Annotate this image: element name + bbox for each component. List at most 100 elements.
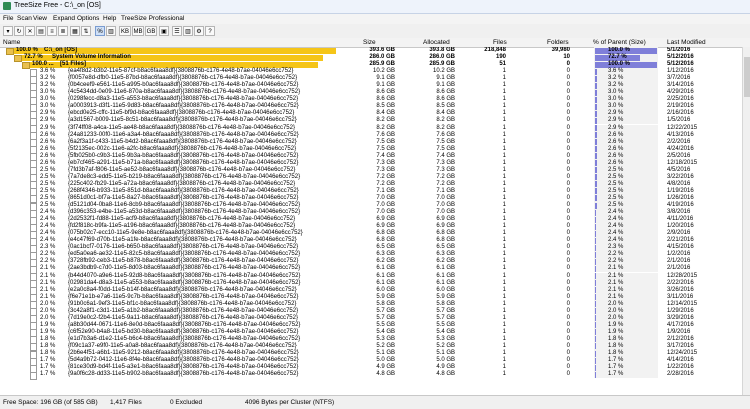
tree-grid[interactable]: 100.0 % C:\_on [OS] 393.6 GB 393.8 GB 218,84…: [0, 47, 742, 395]
tree-row[interactable]: 2.5 % {268f4346-b933-11e5-851d-b8ac6faaa8…: [0, 187, 742, 197]
tree-row[interactable]: 3.0 % {0298fecc-d8a3-11e5-a553-b8ac6faaa8…: [0, 96, 742, 105]
tree-row[interactable]: 72.7 % System Volume Information 286.0 GB 2…: [0, 54, 742, 63]
row-percent: 3.6 %: [40, 68, 56, 75]
collapse-icon[interactable]: ≣: [58, 26, 68, 36]
tree-row[interactable]: 3.0 % {a0003913-d3f1-11e5-9d83-b8ac6faaa8…: [0, 103, 742, 112]
tree-row[interactable]: 1.9 % {a8b30d44-0671-11e6-8e0d-b8ac6faaa8…: [0, 321, 742, 331]
expand-icon[interactable]: ≡: [47, 26, 57, 36]
tree-row[interactable]: 2.9 % {a3d1567-b009-11e5-8c51-b8ac6faaa8d…: [0, 117, 742, 126]
percent-track: [594, 89, 658, 97]
row-allocated: 7.0 GB: [436, 194, 455, 201]
file-count-icon[interactable]: ▥: [106, 26, 116, 36]
tree-row[interactable]: 2.4 % {e4c47f69-d70b-11e5-a1fe-b8ac6faaa8…: [0, 237, 742, 246]
menu-treesize-professional[interactable]: TreeSize Professional: [121, 15, 184, 22]
tree-row[interactable]: 2.5 % {7a7de8c3-edd5-11e5-b219-b8ac6faaa8…: [0, 173, 742, 183]
tree-row[interactable]: 1.8 % {2b6e4f51-a6b1-11e5-9212-b8ac6faaa8…: [0, 350, 742, 359]
tree-row[interactable]: 2.1 % {2ae3bdb9-c7d0-11e5-8d03-b8ac6faaa8…: [0, 265, 742, 274]
tree-row[interactable]: 1.9 % {c6f52e90-b4a8-11e5-bd30-b8ac6faaa8…: [0, 328, 742, 338]
tree-row[interactable]: 3.6 % {ea4f8d2-b3b2-11e5-87cf-b8ac6faaa8d…: [0, 68, 742, 77]
row-files: 1: [502, 371, 506, 378]
menu-view[interactable]: View: [33, 15, 47, 22]
col-allocated[interactable]: Allocated: [423, 39, 450, 46]
tree-row[interactable]: 2.4 % {fd2f818c-b9fa-11e5-a196-b8ac6faaa8…: [0, 223, 742, 232]
tree-row[interactable]: 2.6 % {24a81233-00f0-11e6-a3a4-b8ac6faaa8…: [0, 131, 742, 141]
row-percent-of-parent: 1.7 %: [608, 364, 624, 371]
row-percent: 2.9 %: [40, 117, 56, 124]
row-percent: 2.5 %: [40, 187, 56, 194]
row-folders: 0: [566, 335, 570, 342]
tree-row[interactable]: 1.8 % {e1d7b3a6-d1e2-11e5-b6c4-b8ac6faaa8…: [0, 335, 742, 345]
row-files: 1: [502, 244, 506, 251]
tree-row[interactable]: 2.6 % {eb7cf465-a291-11e5-b71a-b8ac6faaa8…: [0, 159, 742, 169]
refresh-icon[interactable]: ↻: [14, 26, 24, 36]
row-folders: 0: [566, 82, 570, 89]
tree-row[interactable]: 2.4 % {2d2532f1-fd88-11e5-acf9-b8ac6faaa8…: [0, 216, 742, 225]
vertical-scrollbar[interactable]: [742, 47, 750, 395]
sort-icon[interactable]: ⇅: [81, 26, 91, 36]
tree-row[interactable]: 3.2 % {f0057e8d-dfb0-11e5-87bd-b8ac6faaa8…: [0, 75, 742, 84]
col-percent-of-parent[interactable]: % of Parent (Size): [593, 39, 646, 46]
col-last-modified[interactable]: Last Modified: [667, 39, 706, 46]
tree-row[interactable]: 2.6 % {5fb025b0-c9b3-11e5-9b3a-b8ac6faaa8…: [0, 152, 742, 162]
tree-row[interactable]: 100.0 % C:\_on [OS] 393.6 GB 393.8 GB 218,84…: [0, 47, 742, 55]
tree-row[interactable]: 2.9 % {3f74ff08-a4ca-11e5-ae48-b8ac6faaa8…: [0, 124, 742, 134]
open-folder-icon[interactable]: ▾: [3, 26, 13, 36]
tree-row[interactable]: 2.3 % {0ac1bcf7-0176-11e6-b650-b8ac6faaa8…: [0, 244, 742, 253]
row-percent: 2.5 %: [40, 194, 56, 201]
scroll-thumb[interactable]: [744, 57, 750, 97]
columns-icon[interactable]: ▥: [183, 26, 193, 36]
tree-row[interactable]: 2.0 % {91b0c6a1-9ef3-11e5-bf1c-b8ac6faaa8…: [0, 300, 742, 310]
stop-icon[interactable]: ✕: [25, 26, 35, 36]
col-files[interactable]: Files: [493, 39, 507, 46]
row-folders: 0: [566, 265, 570, 272]
menu-file[interactable]: File: [3, 15, 13, 22]
row-name: {eb7cf465-a291-11e5-b71a-b8ac6faaa8df}{3…: [68, 159, 299, 166]
menu-help[interactable]: Help: [103, 15, 116, 22]
tree-row[interactable]: 2.0 % {3c42a8f1-c3d1-11e5-a1b2-b8ac6faaa8…: [0, 307, 742, 317]
tree-row[interactable]: 2.4 % {d396c353-e4be-11e5-a53d-b8ac6faaa8…: [0, 209, 742, 218]
tree-row[interactable]: 2.9 % {ebcd0e25-cffc-11e5-bf9d-b8ac6faaa8…: [0, 110, 742, 119]
row-size: 5.2 GB: [376, 342, 395, 349]
chart-icon[interactable]: ▦: [70, 26, 80, 36]
auto-size-icon[interactable]: ▣: [159, 26, 169, 36]
col-name[interactable]: Name: [3, 39, 20, 46]
menu-options[interactable]: Options: [77, 15, 99, 22]
tree-row[interactable]: 1.7 % {5d4a9b72-0412-11e6-8f4e-b8ac6faaa8…: [0, 357, 742, 366]
options-icon[interactable]: ⚙: [194, 26, 204, 36]
tree-row[interactable]: 1.7 % {9a0f6c28-dd33-11e5-b902-b8ac6faaa8…: [0, 371, 742, 380]
tree-row[interactable]: 100.0 ... [51 Files] 285.9 GB 285.9 GB 51 0 10…: [0, 61, 742, 70]
tree-row[interactable]: 2.5 % {d5121d04-0ba8-11e6-8cb9-b8ac6faaa8…: [0, 202, 742, 211]
col-size[interactable]: Size: [363, 39, 376, 46]
size-kb-button[interactable]: KB: [119, 26, 131, 36]
row-allocated: 6.9 GB: [436, 223, 455, 230]
tree-row[interactable]: 2.5 % {225c402-fb29-11e5-a72a-b8ac6faaa8d…: [0, 180, 742, 190]
details-view-icon[interactable]: ☰: [172, 26, 182, 36]
save-icon[interactable]: ▤: [36, 26, 46, 36]
tree-row[interactable]: 2.6 % {6a2f3a1f-c433-11e5-b4d2-b8ac6faaa8…: [0, 138, 742, 148]
tree-row[interactable]: 2.1 % {b44d4070-a9e6-11e5-92d8-b8ac6faaa8…: [0, 272, 742, 281]
tree-row[interactable]: 2.1 % {02981da4-d8a3-11e5-a553-b8ac6faaa8…: [0, 279, 742, 289]
tree-row[interactable]: 2.5 % {7fd3b7af-f806-11e5-ae52-b8ac6faaa8…: [0, 166, 742, 176]
col-folders[interactable]: Folders: [547, 39, 569, 46]
tree-row[interactable]: 2.1 % {f6e71e1b-e7a6-11e5-9c7b-b8ac6faaa8…: [0, 293, 742, 303]
tree-row[interactable]: 1.7 % {81ce30d9-bd4f-11e5-a3e1-b8ac6faaa8…: [0, 364, 742, 373]
percent-icon[interactable]: %: [95, 26, 105, 36]
row-percent: 2.5 %: [40, 166, 56, 173]
tree-row[interactable]: 2.1 % {e2a0c8a4-f0dd-11e5-b14f-b8ac6faaa8…: [0, 286, 742, 296]
tree-row[interactable]: 2.5 % {8651d0c1-bf7a-11e5-8a27-b8ac6faaa8…: [0, 194, 742, 204]
size-gb-button[interactable]: GB: [145, 26, 157, 36]
tree-row[interactable]: 2.4 % {075b02c7-ecc10-11e5-9e8e-b8ac6faaa…: [0, 230, 742, 239]
help-icon[interactable]: ?: [205, 26, 215, 36]
menu-expand[interactable]: Expand: [53, 15, 75, 22]
tree-row[interactable]: 2.0 % {7d19e0c2-f2b4-11e5-9a11-b8ac6faaa8…: [0, 314, 742, 324]
row-name: {0298fecc-d8a3-11e5-a553-b8ac6faaa8df}{3…: [68, 96, 299, 103]
tree-row[interactable]: 3.0 % {4c5434dd-0e09-11e6-870a-b8ac6faaa8…: [0, 89, 742, 98]
tree-row[interactable]: 3.2 % {0b4ceef9-e561-11e5-a995-b0ac6faaa8…: [0, 82, 742, 91]
tree-row[interactable]: 2.2 % {3728fb92-ceb3-11e5-b878-b8ac6faaa8…: [0, 258, 742, 267]
row-percent: 2.0 %: [40, 314, 56, 321]
tree-row[interactable]: 1.8 % {f09c1a37-e9f0-11e5-a0a8-b8ac6faaa8…: [0, 342, 742, 352]
menu-scan[interactable]: Scan: [17, 15, 32, 22]
tree-row[interactable]: 2.6 % {5f2135ec-002c-11e6-a2fc-b8ac6faaa8…: [0, 145, 742, 155]
tree-row[interactable]: 2.2 % {ed5a0ea6-ae32-11e5-82c5-b8ac6faaa8…: [0, 251, 742, 260]
size-mb-button[interactable]: MB: [132, 26, 144, 36]
